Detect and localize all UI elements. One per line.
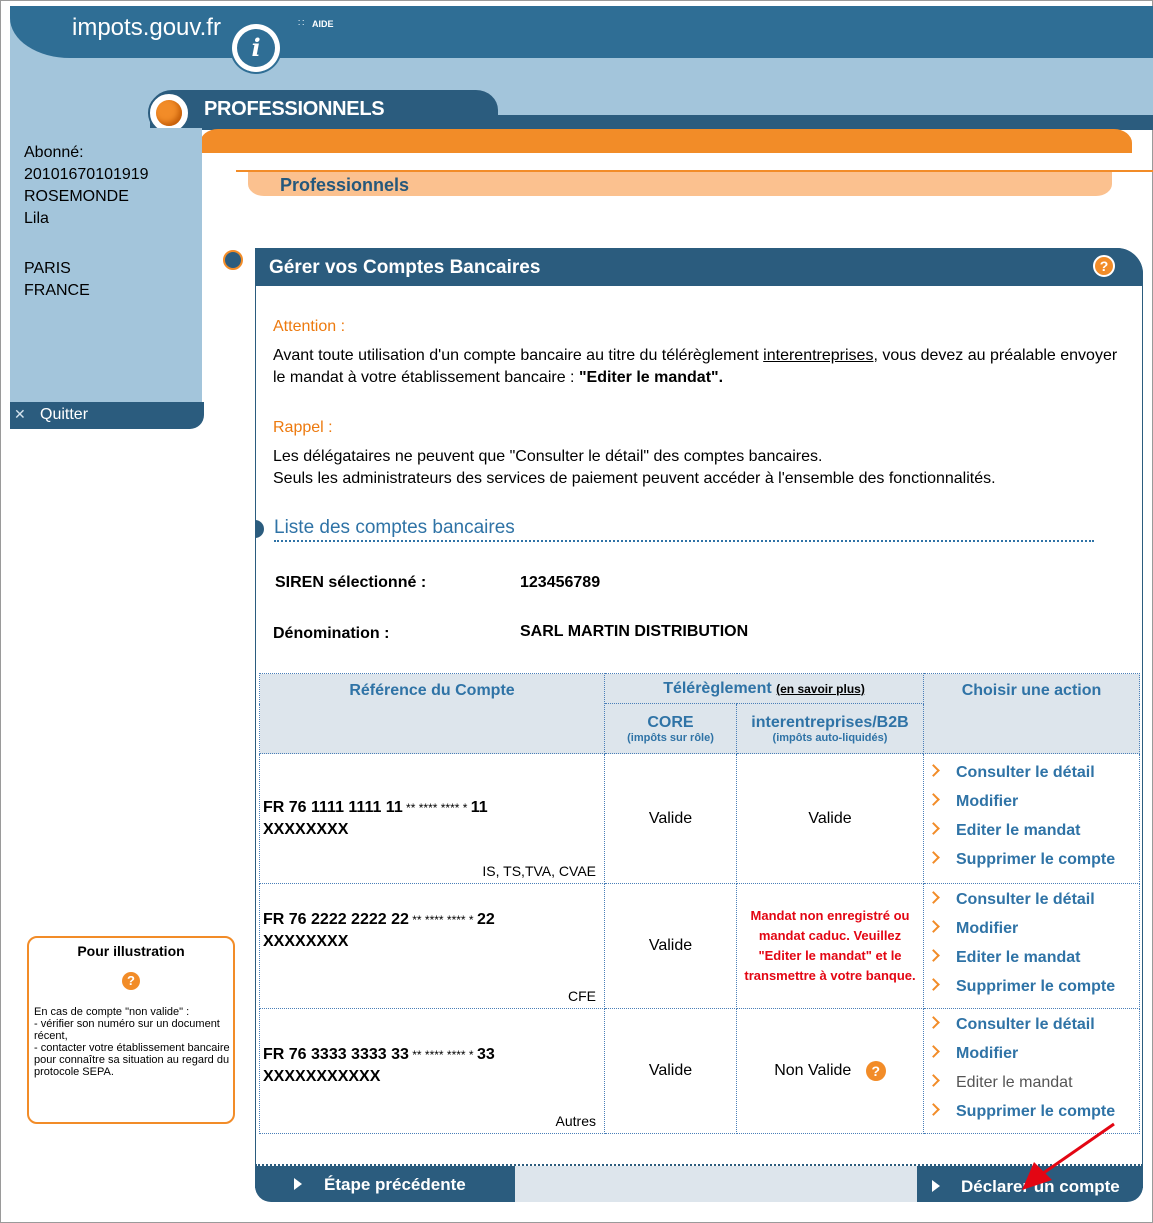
account-number: FR 76 3333 3333 33 ** **** **** * 33 XXXX… bbox=[263, 1045, 495, 1085]
aide-link[interactable]: AIDE bbox=[312, 19, 334, 29]
action-edit-mandate[interactable]: Editer le mandat bbox=[924, 819, 1139, 848]
declare-arrow-icon bbox=[932, 1180, 940, 1192]
rappel-line-1: Les délégataires ne peuvent que "Consult… bbox=[273, 448, 823, 465]
action-consult[interactable]: Consulter le détail bbox=[924, 761, 1139, 790]
action-delete[interactable]: Supprimer le compte bbox=[924, 975, 1139, 1004]
denomination-label: Dénomination : bbox=[273, 625, 390, 642]
chevron-right-icon bbox=[927, 949, 940, 962]
en-savoir-plus-link[interactable]: (en savoir plus) bbox=[776, 682, 865, 696]
action-delete[interactable]: Supprimer le compte bbox=[924, 848, 1139, 877]
attention-label: Attention : bbox=[273, 318, 346, 335]
help-icon: ? bbox=[122, 972, 140, 990]
help-icon[interactable]: ? bbox=[1093, 255, 1115, 277]
page-title: Gérer vos Comptes Bancaires bbox=[269, 257, 541, 278]
account-taxes: IS, TS,TVA, CVAE bbox=[482, 862, 596, 879]
quit-icon[interactable]: ✕ bbox=[14, 406, 26, 423]
chevron-right-icon bbox=[927, 1103, 940, 1116]
action-edit-mandate-disabled: Editer le mandat bbox=[924, 1071, 1139, 1100]
footer-bar-middle bbox=[515, 1166, 917, 1202]
siren-value: 123456789 bbox=[520, 574, 601, 591]
action-consult[interactable]: Consulter le détail bbox=[924, 888, 1139, 917]
info-logo-mark: i bbox=[237, 29, 275, 67]
actions-cell: Consulter le détail Modifier Editer le m… bbox=[923, 1008, 1140, 1134]
list-title: Liste des comptes bancaires bbox=[274, 517, 515, 538]
actions-cell: Consulter le détail Modifier Editer le m… bbox=[923, 883, 1140, 1009]
account-taxes: Autres bbox=[555, 1112, 596, 1129]
chevron-right-icon bbox=[927, 920, 940, 933]
action-modify[interactable]: Modifier bbox=[924, 790, 1139, 819]
account-reference-cell: FR 76 2222 2222 22 ** **** **** * 22 XXXX… bbox=[259, 883, 605, 1009]
mandate-error-message: Mandat non enregistré ou mandat caduc. V… bbox=[736, 883, 924, 1009]
subscriber-label: Abonné: bbox=[24, 144, 84, 161]
subscriber-id: 20101670101919 bbox=[24, 166, 149, 183]
core-status: Valide bbox=[604, 753, 737, 884]
table-row: FR 76 1111 1111 11 ** **** **** * 11 XXXX… bbox=[259, 753, 1140, 884]
orange-band bbox=[200, 129, 1132, 153]
section-title[interactable]: PROFESSIONNELS bbox=[204, 98, 385, 121]
illustration-box: Pour illustration ? En cas de compte "no… bbox=[27, 936, 235, 1124]
account-number: FR 76 2222 2222 22 ** **** **** * 22 XXXX… bbox=[263, 910, 495, 950]
prev-arrow-icon bbox=[294, 1178, 302, 1190]
b2b-status: Valide bbox=[736, 753, 924, 884]
actions-cell: Consulter le détail Modifier Editer le m… bbox=[923, 753, 1140, 884]
account-taxes: CFE bbox=[568, 987, 596, 1004]
action-edit-mandate[interactable]: Editer le mandat bbox=[924, 946, 1139, 975]
subscriber-last-name: ROSEMONDE bbox=[24, 188, 129, 205]
chevron-right-icon bbox=[927, 978, 940, 991]
chevron-right-icon bbox=[927, 1074, 940, 1087]
action-consult[interactable]: Consulter le détail bbox=[924, 1013, 1139, 1042]
account-reference-cell: FR 76 1111 1111 11 ** **** **** * 11 XXXX… bbox=[259, 753, 605, 884]
info-logo-icon[interactable]: i bbox=[232, 24, 280, 72]
table-row: FR 76 2222 2222 22 ** **** **** * 22 XXXX… bbox=[259, 883, 1140, 1009]
core-status: Valide bbox=[604, 1008, 737, 1134]
rappel-label: Rappel : bbox=[273, 419, 333, 436]
subscriber-country: FRANCE bbox=[24, 282, 90, 299]
chevron-right-icon bbox=[927, 821, 940, 835]
chevron-right-icon bbox=[927, 850, 940, 864]
denomination-value: SARL MARTIN DISTRIBUTION bbox=[520, 623, 749, 640]
b2b-status-cell: Non Valide ? bbox=[736, 1008, 924, 1134]
col-header-telereglement: Télérèglement (en savoir plus) bbox=[604, 673, 924, 704]
illustration-text: En cas de compte "non valide" : - vérifi… bbox=[34, 1006, 230, 1078]
illustration-title: Pour illustration bbox=[77, 943, 185, 959]
chevron-right-icon bbox=[927, 891, 940, 904]
subscriber-first-name: Lila bbox=[24, 210, 49, 227]
account-number: FR 76 1111 1111 11 ** **** **** * 11 XXXX… bbox=[263, 798, 488, 838]
col-header-action: Choisir une action bbox=[923, 673, 1140, 754]
chevron-right-icon bbox=[927, 1016, 940, 1029]
rappel-line-2: Seuls les administrateurs des services d… bbox=[273, 470, 996, 487]
attention-text: Avant toute utilisation d'un compte banc… bbox=[273, 347, 1118, 386]
list-underline bbox=[274, 540, 1094, 542]
b2b-status: Non Valide bbox=[774, 1062, 852, 1080]
previous-step-button[interactable]: Étape précédente bbox=[324, 1175, 466, 1195]
account-reference-cell: FR 76 3333 3333 33 ** **** **** * 33 XXXX… bbox=[259, 1008, 605, 1134]
col-header-b2b: interentreprises/B2B (impôts auto-liquidé… bbox=[736, 703, 924, 754]
site-logo-text[interactable]: impots.gouv.fr bbox=[72, 14, 221, 42]
col-header-reference: Référence du Compte bbox=[259, 673, 605, 754]
chevron-right-icon bbox=[927, 763, 940, 777]
aide-dots-icon: ∷ bbox=[298, 18, 304, 29]
quit-link[interactable]: Quitter bbox=[40, 406, 88, 424]
chevron-right-icon bbox=[927, 1045, 940, 1058]
accounts-table: Référence du Compte Télérèglement (en sa… bbox=[259, 673, 1140, 1134]
globe-icon bbox=[223, 250, 243, 270]
chevron-right-icon bbox=[927, 792, 940, 806]
col-header-core: CORE (impôts sur rôle) bbox=[604, 703, 737, 754]
subscriber-city: PARIS bbox=[24, 260, 71, 277]
core-status: Valide bbox=[604, 883, 737, 1009]
table-row: FR 76 3333 3333 33 ** **** **** * 33 XXXX… bbox=[259, 1008, 1140, 1134]
action-modify[interactable]: Modifier bbox=[924, 1042, 1139, 1071]
breadcrumb[interactable]: Professionnels bbox=[280, 175, 409, 196]
interentreprises-link[interactable]: interentreprises bbox=[763, 347, 873, 364]
red-pointer-arrow-icon bbox=[1022, 1122, 1115, 1190]
help-icon[interactable]: ? bbox=[865, 1061, 886, 1081]
siren-label: SIREN sélectionné : bbox=[275, 574, 427, 591]
action-modify[interactable]: Modifier bbox=[924, 917, 1139, 946]
